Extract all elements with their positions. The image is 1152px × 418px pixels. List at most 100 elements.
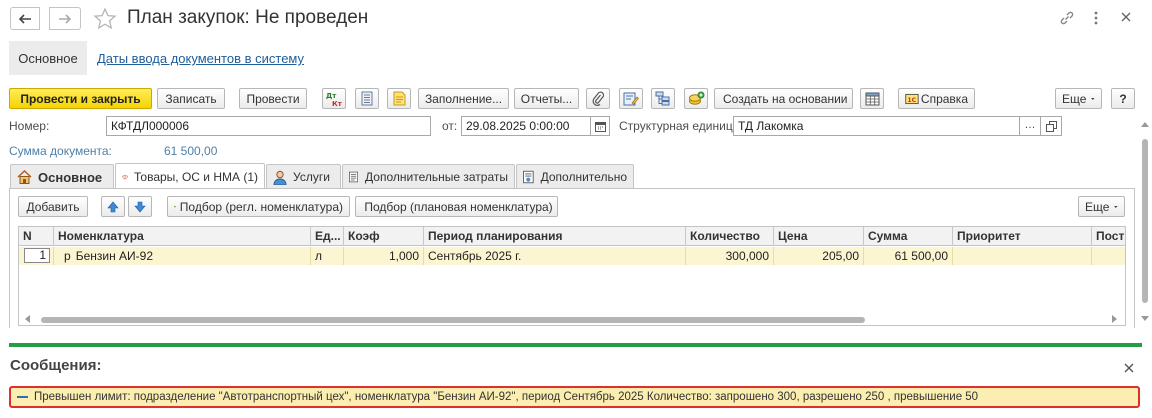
table-hscroll-left-icon[interactable] bbox=[25, 315, 31, 323]
row-sum: 61 500,00 bbox=[864, 247, 953, 265]
col-sum[interactable]: Сумма bbox=[864, 227, 953, 246]
tab-services-label: Услуги bbox=[293, 170, 330, 184]
paperclip-icon bbox=[592, 91, 604, 106]
unit-open-button[interactable] bbox=[1040, 116, 1062, 136]
pick-reg-button[interactable]: Подбор (регл. номенклатура) bbox=[167, 196, 350, 217]
tab-services[interactable]: Услуги bbox=[266, 164, 341, 189]
calendar-table-button[interactable] bbox=[860, 88, 884, 109]
messages-divider bbox=[9, 343, 1142, 347]
col-supplier[interactable]: Пост bbox=[1092, 227, 1125, 246]
question-button[interactable]: ? bbox=[1111, 88, 1135, 109]
col-coef[interactable]: Коэф bbox=[344, 227, 424, 246]
nav-main[interactable]: Основное bbox=[9, 41, 87, 75]
col-unit[interactable]: Ед... bbox=[311, 227, 344, 246]
close-icon[interactable] bbox=[1120, 11, 1132, 23]
note-button[interactable] bbox=[387, 88, 411, 109]
chevron-down-icon bbox=[1114, 205, 1118, 208]
nav-main-label: Основное bbox=[18, 50, 78, 66]
edit-form-icon bbox=[623, 92, 639, 106]
open-window-icon bbox=[1045, 120, 1057, 132]
row-price: 205,00 bbox=[774, 247, 864, 265]
tab-main[interactable]: Основное bbox=[10, 164, 114, 189]
document-info-icon bbox=[523, 170, 534, 184]
help-button[interactable]: 1С Справка bbox=[898, 88, 975, 109]
move-up-button[interactable] bbox=[101, 196, 125, 217]
favorite-star-icon[interactable] bbox=[93, 7, 117, 31]
unit-select-button[interactable]: … bbox=[1019, 116, 1041, 136]
more-vertical-icon[interactable] bbox=[1093, 10, 1099, 26]
col-price[interactable]: Цена bbox=[774, 227, 864, 246]
svg-text:1С: 1С bbox=[907, 97, 916, 104]
chevron-down-icon bbox=[1091, 97, 1095, 100]
row-qty: 300,000 bbox=[686, 247, 774, 265]
message-item[interactable]: Превышен лимит: подразделение "Автотранс… bbox=[9, 386, 1140, 408]
col-item[interactable]: Номенклатура bbox=[54, 227, 311, 246]
arrow-down-icon bbox=[134, 201, 146, 212]
house-icon bbox=[17, 170, 32, 184]
link-icon[interactable] bbox=[1059, 10, 1075, 26]
structure-button[interactable] bbox=[651, 88, 675, 109]
document-list-icon bbox=[361, 91, 373, 106]
row-item-value: Бензин АИ-92 bbox=[75, 249, 154, 263]
pick-reg-label: Подбор (регл. номенклатура) bbox=[179, 199, 343, 214]
currency-button[interactable] bbox=[684, 88, 708, 109]
sum-label: Сумма документа: bbox=[9, 144, 112, 158]
green-folder-icon bbox=[174, 205, 176, 208]
table-row[interactable]: 1 р Бензин АИ-92 л 1,000 Сентябрь 2025 г.… bbox=[19, 247, 1125, 265]
unit-field[interactable]: ТД Лакомка bbox=[733, 116, 1020, 136]
row-item-marker: р bbox=[64, 249, 71, 263]
person-icon bbox=[273, 170, 287, 185]
arrow-right-icon bbox=[59, 13, 72, 24]
page-vscrollbar[interactable] bbox=[1142, 139, 1148, 303]
post-button[interactable]: Провести bbox=[239, 88, 307, 109]
dt-kt-button[interactable]: Дт Кт bbox=[322, 88, 346, 109]
attach-button[interactable] bbox=[586, 88, 610, 109]
pick-plan-button[interactable]: Подбор (плановая номенклатура) bbox=[355, 196, 558, 217]
hierarchy-icon bbox=[655, 91, 670, 106]
edit-form-button[interactable] bbox=[619, 88, 643, 109]
post-and-close-button[interactable]: Провести и закрыть bbox=[9, 88, 152, 109]
col-priority[interactable]: Приоритет bbox=[953, 227, 1092, 246]
tab-extra-costs[interactable]: Дополнительные затраты bbox=[342, 164, 515, 189]
page-scroll-up-icon[interactable] bbox=[1141, 122, 1149, 128]
save-button[interactable]: Записать bbox=[157, 88, 225, 109]
row-item: р Бензин АИ-92 bbox=[54, 247, 311, 265]
forward-button[interactable] bbox=[49, 7, 81, 30]
pick-plan-label: Подбор (плановая номенклатура) bbox=[364, 199, 553, 214]
number-field[interactable]: КФТДЛ000006 bbox=[106, 116, 431, 136]
reports-button[interactable]: Отчеты... bbox=[514, 88, 579, 109]
list-button[interactable] bbox=[355, 88, 379, 109]
fill-button[interactable]: Заполнение... bbox=[418, 88, 509, 109]
sum-value: 61 500,00 bbox=[164, 144, 218, 158]
date-label: от: bbox=[442, 119, 458, 133]
tab-goods[interactable]: Товары, ОС и НМА (1) bbox=[115, 163, 265, 189]
col-qty[interactable]: Количество bbox=[686, 227, 774, 246]
more-label: Еще bbox=[1062, 91, 1087, 106]
table-hscroll-right-icon[interactable] bbox=[1112, 315, 1118, 323]
table-hscrollbar[interactable] bbox=[41, 317, 865, 323]
calendar-icon bbox=[594, 121, 606, 132]
messages-close-icon[interactable] bbox=[1124, 363, 1134, 373]
note-icon bbox=[393, 91, 405, 106]
tab-additional-label: Дополнительно bbox=[540, 170, 627, 184]
create-based-on-button[interactable]: Создать на основании bbox=[714, 88, 853, 109]
add-row-button[interactable]: Добавить bbox=[18, 196, 88, 217]
tab-additional[interactable]: Дополнительно bbox=[516, 164, 634, 189]
col-period[interactable]: Период планирования bbox=[424, 227, 686, 246]
items-table: N Номенклатура Ед... Коэф Период планиро… bbox=[18, 226, 1126, 326]
table-more-label: Еще bbox=[1085, 199, 1110, 214]
row-period: Сентябрь 2025 г. bbox=[424, 247, 686, 265]
col-n[interactable]: N bbox=[19, 227, 54, 246]
document-icon bbox=[349, 171, 359, 183]
move-down-button[interactable] bbox=[128, 196, 152, 217]
nav-dates-link[interactable]: Даты ввода документов в систему bbox=[97, 51, 304, 66]
page-scroll-down-icon[interactable] bbox=[1141, 316, 1149, 322]
arrow-left-icon bbox=[18, 13, 31, 24]
date-picker-button[interactable] bbox=[590, 116, 610, 136]
table-more-button[interactable]: Еще bbox=[1078, 196, 1125, 217]
date-field[interactable]: 29.08.2025 0:00:00 bbox=[461, 116, 591, 136]
help-book-icon: 1С bbox=[905, 93, 919, 104]
more-button[interactable]: Еще bbox=[1055, 88, 1102, 109]
row-n-value: 1 bbox=[24, 248, 50, 263]
back-button[interactable] bbox=[10, 7, 40, 30]
